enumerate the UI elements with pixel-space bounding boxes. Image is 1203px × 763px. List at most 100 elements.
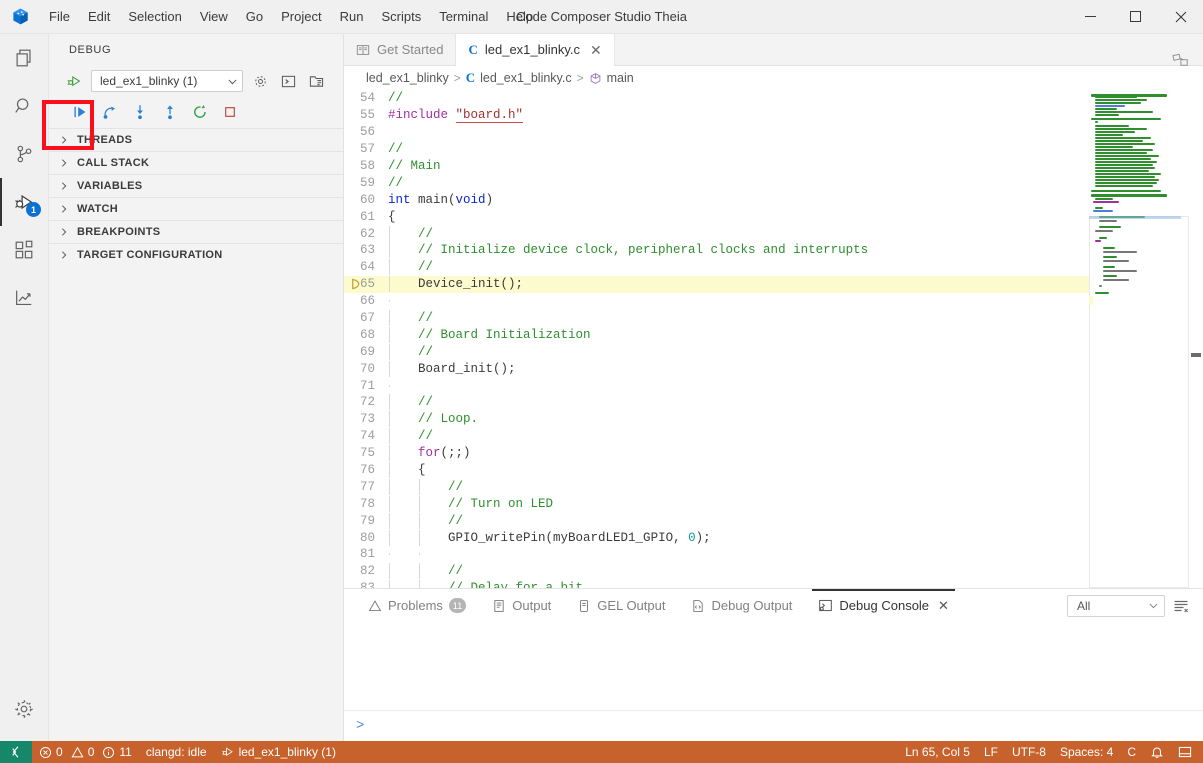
code-line[interactable]: 75 for(;;) [344, 445, 1089, 462]
code-line[interactable]: 57// [344, 141, 1089, 158]
debug-configuration-select[interactable]: led_ex1_blinky (1) [91, 70, 243, 92]
code-line[interactable]: 81 [344, 546, 1089, 563]
bell-icon[interactable] [1143, 741, 1171, 763]
token: (); [493, 362, 516, 376]
code-line[interactable]: 78 // Turn on LED [344, 495, 1089, 512]
code-line[interactable]: 82 // [344, 563, 1089, 580]
console-filter-select[interactable]: All [1067, 595, 1165, 617]
minimize-icon[interactable] [1068, 0, 1113, 33]
sidebar-section-variables[interactable]: VARIABLES [49, 174, 343, 197]
code-line[interactable]: 56 [344, 124, 1089, 141]
sidebar-section-watch[interactable]: WATCH [49, 197, 343, 220]
token: // [388, 480, 463, 494]
start-debugging-icon[interactable] [63, 73, 85, 90]
menu-item-project[interactable]: Project [272, 6, 330, 27]
stop-button[interactable] [217, 99, 243, 125]
debug-configure-folder-icon[interactable] [305, 70, 327, 92]
breadcrumb-item-project[interactable]: led_ex1_blinky [366, 71, 449, 85]
status-indentation[interactable]: Spaces: 4 [1053, 741, 1120, 763]
debug-console-body[interactable]: > [344, 622, 1203, 741]
code-lines[interactable]: 54//55#include "board.h"5657//58// Main5… [344, 90, 1089, 588]
sidebar-item-source-control[interactable] [0, 130, 48, 178]
panel-tab-output[interactable]: Output [480, 589, 563, 622]
menu-item-edit[interactable]: Edit [79, 6, 119, 27]
sidebar-item-analysis[interactable] [0, 274, 48, 322]
code-line[interactable]: 74 // [344, 428, 1089, 445]
menu-item-run[interactable]: Run [331, 6, 373, 27]
customize-layout-icon[interactable] [1167, 47, 1193, 73]
code-line[interactable]: 60int main(void) [344, 191, 1089, 208]
menu-item-go[interactable]: Go [237, 6, 272, 27]
code-line[interactable]: 72 // [344, 394, 1089, 411]
status-clangd[interactable]: clangd: idle [139, 741, 214, 763]
tab-led-ex1-blinky-c[interactable]: C led_ex1_blinky.c ✕ [456, 34, 614, 65]
status-language-mode[interactable]: C [1120, 741, 1143, 763]
clear-console-icon[interactable] [1173, 598, 1189, 614]
code-line[interactable]: 77 // [344, 478, 1089, 495]
remote-window-icon[interactable] [0, 741, 32, 763]
close-icon[interactable] [1158, 0, 1203, 33]
breadcrumb-item-symbol[interactable]: main [607, 71, 634, 85]
sidebar-section-target-configuration[interactable]: TARGET CONFIGURATION [49, 243, 343, 266]
code-line[interactable]: 68 // Board Initialization [344, 326, 1089, 343]
panel-tab-problems[interactable]: Problems11 [356, 589, 478, 622]
code-line[interactable]: 55#include "board.h" [344, 107, 1089, 124]
panel-tab-debug-console[interactable]: Debug Console✕ [806, 589, 961, 622]
code-line[interactable]: 79 // [344, 512, 1089, 529]
code-line[interactable]: 71 [344, 377, 1089, 394]
code-line[interactable]: 83 // Delay for a bit. [344, 580, 1089, 588]
minimap[interactable] [1089, 90, 1189, 588]
code-line[interactable]: 76 { [344, 462, 1089, 479]
open-debug-console-icon[interactable] [277, 70, 299, 92]
close-icon[interactable]: ✕ [938, 598, 949, 614]
code-line[interactable]: 59// [344, 174, 1089, 191]
code-line[interactable]: 73 // Loop. [344, 411, 1089, 428]
code-line[interactable]: 66 [344, 293, 1089, 310]
panel-tab-debug-output[interactable]: Debug Output [679, 589, 804, 622]
code-line[interactable]: 61{ [344, 208, 1089, 225]
editor-scrollbar[interactable] [1189, 90, 1203, 588]
breadcrumb-item-file[interactable]: led_ex1_blinky.c [480, 71, 572, 85]
menu-item-terminal[interactable]: Terminal [430, 6, 497, 27]
panel-tab-gel-output[interactable]: GEL Output [565, 589, 677, 622]
status-problems[interactable]: 0 0 11 [32, 741, 139, 763]
code-line[interactable]: 58// Main [344, 158, 1089, 175]
sidebar-item-extensions[interactable] [0, 226, 48, 274]
code-line[interactable]: 62 // [344, 225, 1089, 242]
maximize-icon[interactable] [1113, 0, 1158, 33]
sidebar-item-debug[interactable]: 1 [0, 178, 48, 226]
sidebar-item-explorer[interactable] [0, 34, 48, 82]
sidebar-section-breakpoints[interactable]: BREAKPOINTS [49, 220, 343, 243]
code-line[interactable]: 54// [344, 90, 1089, 107]
step-out-button[interactable] [157, 99, 183, 125]
close-icon[interactable]: ✕ [590, 43, 602, 57]
sidebar-section-threads[interactable]: THREADS [49, 128, 343, 151]
sidebar-item-search[interactable] [0, 82, 48, 130]
code-line[interactable]: 64 // [344, 259, 1089, 276]
sidebar-section-call-stack[interactable]: CALL STACK [49, 151, 343, 174]
status-encoding[interactable]: UTF-8 [1005, 741, 1053, 763]
menu-item-view[interactable]: View [191, 6, 237, 27]
code-line[interactable]: 70 Board_init(); [344, 360, 1089, 377]
code-line[interactable]: 65 Device_init(); [344, 276, 1089, 293]
tab-get-started[interactable]: Get Started [344, 34, 456, 65]
gear-icon[interactable] [0, 685, 48, 733]
continue-button[interactable] [67, 99, 93, 125]
code-line[interactable]: 63 // Initialize device clock, periphera… [344, 242, 1089, 259]
code-line[interactable]: 67 // [344, 310, 1089, 327]
menu-item-selection[interactable]: Selection [119, 6, 190, 27]
code-line[interactable]: 69 // [344, 343, 1089, 360]
menu-item-file[interactable]: File [40, 6, 79, 27]
code-line[interactable]: 80 GPIO_writePin(myBoardLED1_GPIO, 0); [344, 529, 1089, 546]
debug-settings-gear-icon[interactable] [249, 70, 271, 92]
status-eol[interactable]: LF [977, 741, 1005, 763]
step-into-button[interactable] [127, 99, 153, 125]
layout-panel-icon[interactable] [1171, 741, 1203, 763]
status-cursor-position[interactable]: Ln 65, Col 5 [898, 741, 977, 763]
menu-item-scripts[interactable]: Scripts [372, 6, 430, 27]
restart-button[interactable] [187, 99, 213, 125]
debug-console-input[interactable]: > [344, 710, 1203, 741]
step-over-button[interactable] [97, 99, 123, 125]
status-debug-session[interactable]: led_ex1_blinky (1) [214, 741, 343, 763]
console-filter-value: All [1077, 599, 1090, 613]
